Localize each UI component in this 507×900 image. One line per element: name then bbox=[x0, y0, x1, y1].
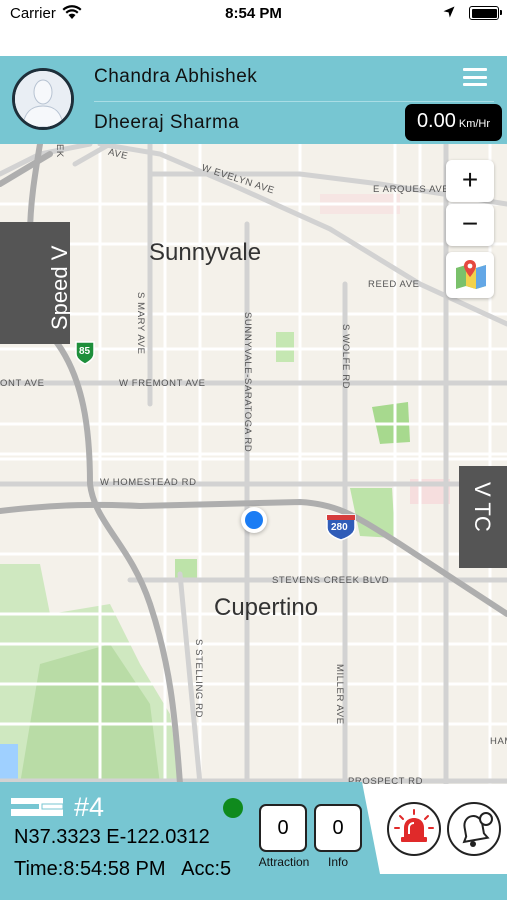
status-time: 8:54 PM bbox=[225, 5, 282, 22]
zoom-in-button[interactable]: + bbox=[446, 160, 494, 202]
notification-bell-button[interactable] bbox=[447, 802, 501, 856]
alarm-siren-button[interactable] bbox=[387, 802, 441, 856]
header-divider bbox=[94, 101, 494, 102]
map-type-button[interactable] bbox=[446, 252, 494, 298]
zoom-out-button[interactable]: − bbox=[446, 204, 494, 246]
street-label-sunnyvale-saratoga: SUNNYVALE-SARATOGA RD bbox=[242, 312, 253, 453]
driver-avatar[interactable] bbox=[12, 68, 74, 130]
i280-label: 280 bbox=[331, 522, 348, 533]
info-label: Info bbox=[327, 855, 348, 869]
hamburger-menu-icon[interactable] bbox=[463, 68, 487, 86]
vehicle-icon bbox=[11, 798, 64, 816]
speed-tab-button[interactable]: Speed V bbox=[0, 222, 72, 344]
maps-app-icon bbox=[456, 260, 486, 289]
speed-display: 0.00 Km/Hr bbox=[405, 104, 502, 141]
attraction-label: Attraction bbox=[258, 855, 310, 869]
bottom-info-panel: #4 N37.3323 E-122.0312 Time:8:54:58 PM A… bbox=[0, 782, 507, 900]
location-arrow-icon bbox=[443, 6, 455, 18]
siren-icon bbox=[394, 809, 434, 842]
co-driver-name: Dheeraj Sharma bbox=[94, 112, 240, 133]
current-location-marker bbox=[241, 507, 267, 533]
gps-status-indicator bbox=[223, 798, 243, 818]
time-accuracy: Time:8:54:58 PM Acc:5 bbox=[14, 858, 232, 880]
city-label-sunnyvale: Sunnyvale bbox=[149, 239, 262, 266]
city-label-cupertino: Cupertino bbox=[214, 594, 319, 621]
street-label-w-fremont: W FREMONT AVE bbox=[119, 378, 206, 389]
tc-tab-label: V TC bbox=[470, 482, 495, 532]
street-label-stevens-creek: STEVENS CREEK BLVD bbox=[272, 575, 390, 586]
driver-name: Chandra Abhishek bbox=[94, 66, 258, 87]
header-bar: Chandra Abhishek Dheeraj Sharma 0.00 Km/… bbox=[0, 56, 507, 144]
battery-icon bbox=[469, 6, 502, 20]
street-label-s-stelling: S STELLING RD bbox=[193, 639, 204, 719]
info-counter[interactable]: 0 bbox=[314, 804, 362, 852]
speed-unit: Km/Hr bbox=[458, 118, 491, 130]
status-bar: Carrier 8:54 PM bbox=[0, 0, 507, 56]
speed-tab-label: Speed V bbox=[47, 245, 72, 330]
street-label-s-wolfe: S WOLFE RD bbox=[340, 324, 351, 390]
map-view[interactable]: W EVELYN AVE E ARQUES AVE REED AVE W FRE… bbox=[0, 144, 507, 784]
street-label-fremont-left: ONT AVE bbox=[0, 378, 45, 389]
person-icon bbox=[15, 71, 71, 127]
street-label-w-homestead: W HOMESTEAD RD bbox=[100, 477, 197, 488]
attraction-counter[interactable]: 0 bbox=[259, 804, 307, 852]
tc-tab-button[interactable]: V TC bbox=[459, 466, 507, 568]
vehicle-number: #4 bbox=[74, 792, 105, 822]
street-label-reed: REED AVE bbox=[368, 279, 420, 290]
bell-icon bbox=[462, 812, 493, 847]
street-label-ham: HAM bbox=[490, 736, 507, 747]
street-label-e-arques: E ARQUES AVE bbox=[373, 184, 450, 195]
street-label-miller: MILLER AVE bbox=[334, 664, 345, 725]
speed-value: 0.00 bbox=[416, 110, 456, 132]
gps-coordinates: N37.3323 E-122.0312 bbox=[14, 826, 210, 848]
street-label-ek: EK bbox=[54, 144, 65, 158]
hwy-85-label: 85 bbox=[79, 346, 91, 357]
street-label-s-mary: S MARY AVE bbox=[135, 292, 146, 355]
